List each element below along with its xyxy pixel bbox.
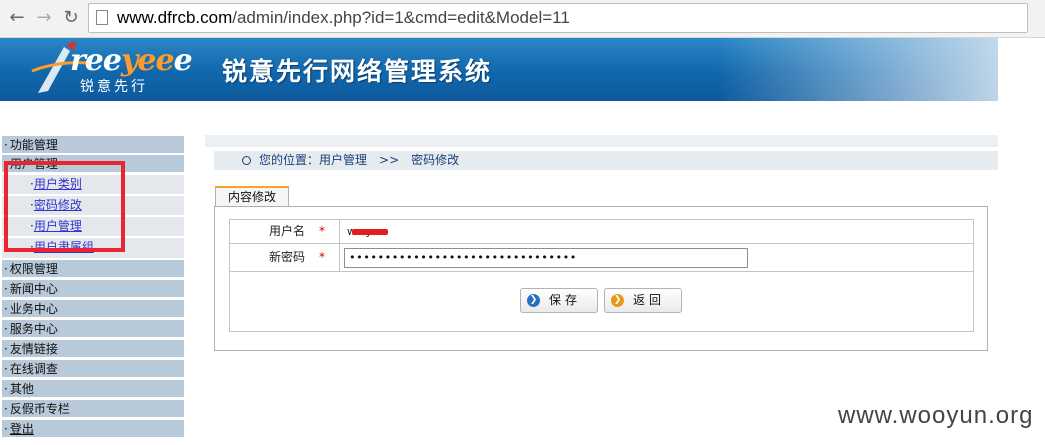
- tab-content-edit[interactable]: 内容修改: [215, 186, 289, 207]
- sidebar-item-label: 其他: [9, 382, 34, 396]
- bullet: ·: [4, 282, 8, 296]
- bullet: ·: [4, 362, 8, 376]
- logo: reeyeee 锐意先行: [30, 41, 193, 99]
- sidebar-item-logout[interactable]: · 登出: [2, 420, 184, 438]
- breadcrumb-section: 用户管理: [319, 153, 368, 167]
- save-button[interactable]: ❯ 保存: [520, 288, 598, 313]
- bullet: ·: [4, 138, 8, 152]
- back-label: 返回: [633, 293, 666, 307]
- sidebar-item-business[interactable]: · 业务中心: [2, 300, 184, 318]
- password-label: 新密码: [268, 250, 305, 264]
- url-host: www.dfrcb.com: [117, 8, 233, 27]
- bullet: ·: [4, 322, 8, 336]
- password-row: 新密码 * ••••••••••••••••••••••••••••••••: [230, 244, 973, 272]
- sidebar-item-other[interactable]: · 其他: [2, 380, 184, 398]
- url-path: /admin/index.php?id=1&cmd=edit&Model=11: [232, 8, 570, 27]
- sidebar-item-label: 反假币专栏: [9, 402, 70, 416]
- bullet: ·: [4, 422, 8, 436]
- logo-subtitle: 锐意先行: [80, 79, 148, 95]
- sidebar-item-label: 业务中心: [9, 302, 58, 316]
- logo-wordmark: reeyeee: [70, 43, 193, 78]
- new-password-input[interactable]: ••••••••••••••••••••••••••••••••: [344, 248, 748, 268]
- back-arrow-icon[interactable]: ←: [6, 7, 28, 29]
- right-margin: [998, 38, 1045, 445]
- app-header: reeyeee 锐意先行 锐意先行网络管理系统: [0, 38, 998, 101]
- main-top-spacer: [186, 101, 998, 134]
- sidebar-item-links[interactable]: · 友情链接: [2, 340, 184, 358]
- location-circle-icon: [242, 156, 251, 165]
- header-fade: [718, 38, 998, 101]
- bullet: ·: [4, 302, 8, 316]
- watermark-text: www.wooyun.org: [838, 402, 1034, 429]
- logo-text-end: e: [173, 43, 193, 78]
- sidebar-item-counterfeit[interactable]: · 反假币专栏: [2, 400, 184, 418]
- required-mark: *: [319, 224, 325, 238]
- logo-text-accent: yee: [120, 43, 175, 78]
- breadcrumb: 您的位置：用户管理 >> 密码修改: [214, 151, 998, 170]
- sidebar-item-label: 友情链接: [9, 342, 58, 356]
- save-label: 保存: [549, 293, 582, 307]
- app-title: 锐意先行网络管理系统: [222, 57, 493, 86]
- address-bar[interactable]: www.dfrcb.com/admin/index.php?id=1&cmd=e…: [88, 3, 1028, 33]
- sidebar-item-news[interactable]: · 新闻中心: [2, 280, 184, 298]
- back-arrow-icon: ❯: [611, 294, 624, 307]
- bullet: ·: [4, 262, 8, 276]
- main-gray-band: [205, 135, 998, 147]
- sidebar-item-label: 在线调查: [9, 362, 58, 376]
- sidebar-item-permission[interactable]: · 权限管理: [2, 260, 184, 278]
- browser-toolbar: ← → ↻ www.dfrcb.com/admin/index.php?id=1…: [0, 0, 1045, 38]
- save-arrow-icon: ❯: [527, 294, 540, 307]
- redaction-mark: [352, 229, 388, 235]
- sidebar-item-function[interactable]: · 功能管理: [2, 136, 184, 154]
- logout-link[interactable]: 登出: [10, 422, 34, 436]
- username-label-cell: 用户名 *: [230, 220, 340, 243]
- username-label: 用户名: [268, 224, 305, 238]
- tab-label: 内容修改: [227, 190, 276, 204]
- sidebar-item-service[interactable]: · 服务中心: [2, 320, 184, 338]
- forward-arrow-icon[interactable]: →: [33, 7, 55, 29]
- sidebar-item-survey[interactable]: · 在线调查: [2, 360, 184, 378]
- required-mark: *: [319, 250, 325, 264]
- breadcrumb-page: 密码修改: [411, 153, 460, 167]
- bullet: ·: [4, 402, 8, 416]
- logo-text-part: ree: [70, 43, 122, 78]
- page-icon: [96, 10, 108, 25]
- username-row: 用户名* w...y: [230, 220, 973, 244]
- sidebar-item-label: 新闻中心: [9, 282, 58, 296]
- breadcrumb-prefix: 您的位置：: [259, 153, 320, 167]
- sidebar-item-label: 功能管理: [9, 138, 58, 152]
- reload-icon[interactable]: ↻: [60, 7, 82, 29]
- url-text: www.dfrcb.com/admin/index.php?id=1&cmd=e…: [117, 8, 570, 28]
- breadcrumb-separator: >>: [379, 153, 400, 167]
- bullet: ·: [4, 382, 8, 396]
- password-label-cell: 新密码 *: [230, 244, 340, 271]
- bullet: ·: [4, 342, 8, 356]
- password-form: 用户名* w...y 新密码* ••••••••••••••••••••••••…: [229, 219, 974, 332]
- back-button[interactable]: ❯ 返回: [604, 288, 682, 313]
- highlight-box: [4, 161, 125, 252]
- sidebar-item-label: 权限管理: [9, 262, 58, 276]
- sidebar-item-label: 服务中心: [9, 322, 58, 336]
